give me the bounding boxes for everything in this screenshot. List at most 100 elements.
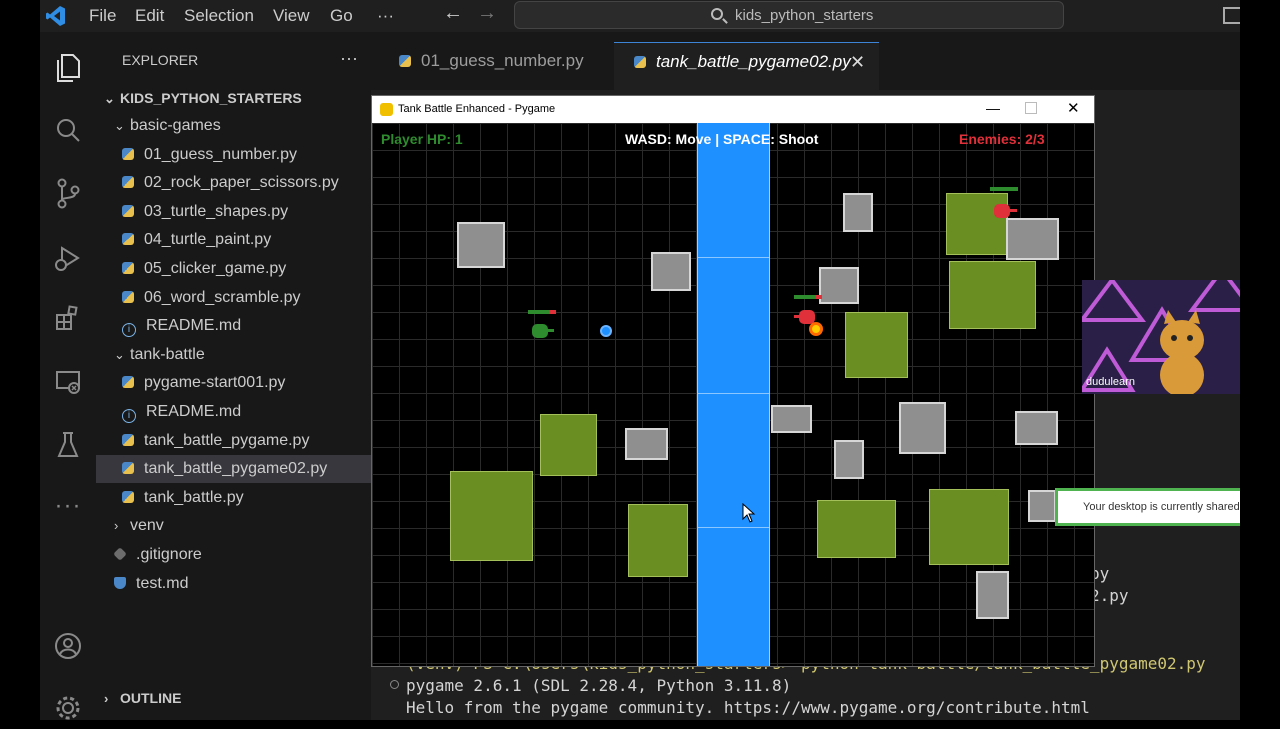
file-tree-item[interactable]: tank_battle_pygame02.py [96, 455, 371, 484]
nav-forward-icon[interactable]: → [477, 2, 497, 25]
hud-controls: WASD: Move | SPACE: Shoot [625, 131, 819, 147]
file-tree-item[interactable]: 04_turtle_paint.py [96, 226, 371, 254]
wall [899, 402, 946, 454]
enemy-health-bar [794, 295, 822, 299]
file-tree-item[interactable]: › venv [96, 512, 371, 540]
search-text: kids_python_starters [735, 7, 874, 24]
file-tree-item[interactable]: 02_rock_paper_scissors.py [96, 169, 371, 197]
maximize-button[interactable] [1025, 102, 1037, 114]
account-icon[interactable] [54, 632, 82, 660]
file-tree-item[interactable]: i README.md [96, 398, 371, 426]
run-debug-icon[interactable] [54, 244, 82, 272]
python-file-icon [122, 262, 134, 274]
command-center-search[interactable]: kids_python_starters [514, 1, 1064, 29]
player-health-bar [528, 310, 556, 314]
vscode-logo-icon[interactable] [46, 5, 66, 27]
game-canvas[interactable]: Player HP: 1 WASD: Move | SPACE: Shoot E… [372, 123, 1094, 666]
screen-share-text: Your desktop is currently shared [1083, 501, 1240, 513]
enemy-health-bar [990, 187, 1018, 191]
tab-tank-battle-pygame02[interactable]: tank_battle_pygame02.py ✕ [614, 42, 879, 91]
file-tree-item[interactable]: tank_battle.py [96, 484, 371, 512]
file-tree-item[interactable]: tank_battle_pygame.py [96, 427, 371, 455]
nav-back-icon[interactable]: ← [443, 2, 463, 25]
bush [845, 312, 908, 378]
search-icon[interactable] [54, 116, 82, 144]
menu-file[interactable]: File [89, 6, 116, 26]
python-file-icon [122, 490, 134, 503]
python-file-icon [122, 204, 134, 217]
remote-explorer-icon[interactable] [54, 368, 82, 396]
minimize-button[interactable]: — [986, 100, 1000, 116]
terminal-line-pygame-version: pygame 2.6.1 (SDL 2.28.4, Python 3.11.8) [406, 676, 792, 695]
menu-view[interactable]: View [273, 6, 310, 26]
webcam-name: dudulearn [1086, 376, 1135, 388]
file-tree-item[interactable]: test.md [96, 570, 371, 598]
file-tree-item[interactable]: pygame-start001.py [96, 369, 371, 397]
extensions-icon[interactable] [54, 304, 82, 332]
wall [1028, 490, 1056, 522]
wall [651, 252, 691, 291]
markdown-file-icon [114, 576, 126, 589]
menu-go[interactable]: Go [330, 6, 353, 26]
explorer-sidebar: EXPLORER ··· ⌄ KIDS_PYTHON_STARTERS ⌄ basi… [96, 32, 371, 720]
pygame-window-title: Tank Battle Enhanced - Pygame [398, 103, 556, 115]
wall [1006, 218, 1059, 260]
menu-selection[interactable]: Selection [184, 6, 254, 26]
bush [628, 504, 688, 577]
wall [843, 193, 873, 232]
file-tree-item[interactable]: i README.md [96, 312, 371, 340]
bush [949, 261, 1036, 329]
bush [540, 414, 597, 476]
layout-toggle-icon[interactable] [1223, 7, 1240, 24]
activity-bar: ··· [40, 32, 96, 720]
player-tank [532, 323, 554, 339]
pygame-titlebar[interactable]: Tank Battle Enhanced - Pygame — ✕ [372, 96, 1094, 123]
terminal-status-icon [390, 680, 399, 689]
file-tree-item[interactable]: ⌄ basic-games [96, 112, 371, 140]
explorer-more-button[interactable]: ··· [340, 48, 358, 69]
pygame-window[interactable]: Tank Battle Enhanced - Pygame — ✕ Player… [372, 96, 1094, 666]
files-icon[interactable] [54, 52, 82, 82]
enemy-tank [994, 204, 1018, 218]
git-file-icon [113, 547, 127, 561]
file-tree-item[interactable]: ⌄ tank-battle [96, 341, 371, 369]
chevron-down-icon: ⌄ [104, 91, 115, 106]
terminal-line-hello: Hello from the pygame community. https:/… [406, 698, 1090, 717]
close-window-button[interactable]: ✕ [1067, 99, 1080, 117]
terminal-partial-text-2: 2.py [1090, 586, 1129, 605]
file-tree-item[interactable]: 06_word_scramble.py [96, 284, 371, 312]
explosion-effect [809, 322, 823, 336]
file-tree-item[interactable]: 03_turtle_shapes.py [96, 198, 371, 226]
python-file-icon [122, 147, 134, 160]
file-tree-item[interactable]: 01_guess_number.py [96, 141, 371, 169]
screen-share-notification: Your desktop is currently shared [1055, 488, 1240, 526]
python-file-icon [399, 55, 411, 67]
workspace-root[interactable]: ⌄ KIDS_PYTHON_STARTERS [96, 84, 371, 112]
chevron-right-icon: › [104, 691, 109, 706]
close-tab-icon[interactable]: ✕ [850, 43, 865, 81]
bush [946, 193, 1008, 255]
more-icon[interactable]: ··· [54, 492, 82, 520]
python-file-icon [634, 56, 646, 68]
chevron-right-icon: › [114, 518, 119, 534]
webcam-overlay: dudulearn [1082, 280, 1240, 394]
menu-edit[interactable]: Edit [135, 6, 164, 26]
pygame-logo-icon [380, 103, 393, 116]
file-tree-item[interactable]: .gitignore [96, 541, 371, 569]
testing-icon[interactable] [54, 430, 82, 458]
source-control-icon[interactable] [54, 177, 82, 209]
info-file-icon: i [122, 409, 136, 423]
tab-01-guess-number[interactable]: 01_guess_number.py [371, 42, 614, 90]
python-file-icon [122, 433, 134, 446]
menu-more[interactable]: ··· [377, 6, 394, 26]
settings-icon[interactable] [54, 694, 82, 722]
wall [771, 405, 812, 433]
explorer-header: EXPLORER [122, 52, 199, 68]
bush [929, 489, 1009, 565]
hud-enemies: Enemies: 2/3 [959, 131, 1045, 147]
hud-player-hp: Player HP: 1 [381, 131, 463, 147]
file-tree-item[interactable]: 05_clicker_game.py [96, 255, 371, 283]
outline-section[interactable]: › OUTLINE [96, 684, 371, 712]
python-file-icon [122, 376, 134, 389]
wall [819, 267, 859, 304]
